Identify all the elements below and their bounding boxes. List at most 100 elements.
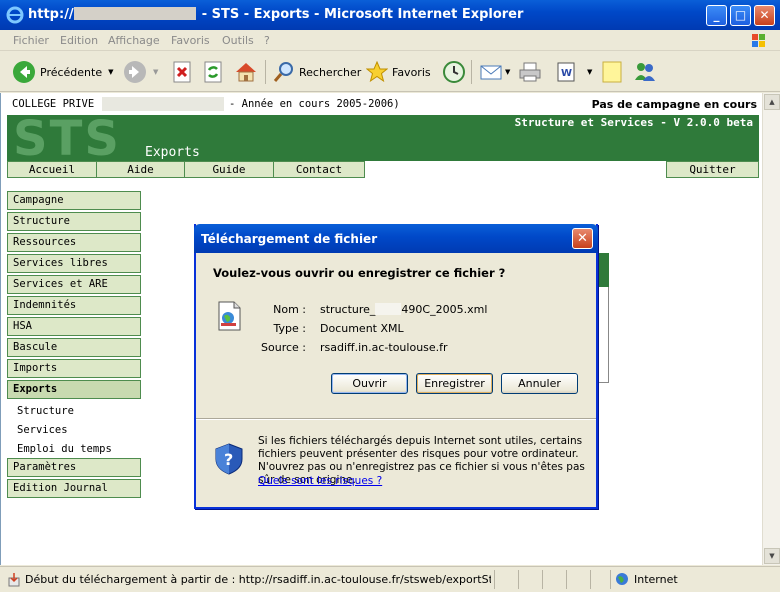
nav-quitter[interactable]: Quitter: [666, 161, 759, 178]
risks-link[interactable]: Quels sont les risques ?: [258, 475, 382, 487]
info-bar: COLLEGE PRIVE - Année en cours 2005-2006…: [7, 96, 759, 114]
dialog-close-button[interactable]: ✕: [572, 228, 593, 249]
dialog-separator: [196, 418, 596, 420]
back-button[interactable]: Précédente ▼: [12, 58, 114, 86]
background-panel-header: [597, 253, 609, 287]
sidebar-item-ressources[interactable]: Ressources: [7, 233, 141, 252]
maximize-button[interactable]: □: [730, 5, 751, 26]
scroll-up-arrow[interactable]: ▲: [764, 94, 780, 110]
status-bar: Début du téléchargement à partir de : ht…: [0, 566, 780, 592]
status-text: Début du téléchargement à partir de : ht…: [25, 573, 491, 586]
menu-help[interactable]: ?: [264, 34, 270, 47]
favorites-button[interactable]: Favoris: [366, 58, 431, 86]
chevron-down-icon[interactable]: ▼: [153, 68, 158, 76]
sidebar-item-bascule[interactable]: Bascule: [7, 338, 141, 357]
redacted-file-part: [375, 303, 402, 315]
toolbar: Précédente ▼ ▼ Rechercher Favoris ▼ W ▼: [0, 52, 780, 92]
school-name: COLLEGE PRIVE: [12, 98, 95, 110]
sidebar-item-exports[interactable]: Exports: [7, 380, 141, 399]
nav-guide[interactable]: Guide: [184, 161, 274, 178]
status-divider: [518, 570, 519, 589]
sidebar-item-structure[interactable]: Structure: [7, 212, 141, 231]
printer-icon: [519, 62, 541, 82]
forward-button[interactable]: ▼: [123, 58, 158, 86]
vertical-scrollbar[interactable]: ▲ ▼: [762, 93, 780, 565]
sidebar-item-indemnites[interactable]: Indemnités: [7, 296, 141, 315]
sidebar-subitem-structure[interactable]: Structure: [17, 405, 74, 417]
mail-button[interactable]: ▼: [479, 58, 510, 86]
nav-aide[interactable]: Aide: [96, 161, 185, 178]
name-label: Nom :: [273, 303, 306, 316]
sidebar-item-services-are[interactable]: Services et ARE: [7, 275, 141, 294]
stop-icon: [173, 61, 191, 83]
background-panel: [597, 253, 609, 383]
download-dialog: Téléchargement de fichier ✕ Voulez-vous …: [194, 224, 598, 509]
window-titlebar: http://- STS - Exports - Microsoft Inter…: [0, 0, 780, 30]
windows-flag-icon: [752, 34, 765, 47]
sidebar-subitem-services[interactable]: Services: [17, 424, 68, 436]
globe-icon: [616, 573, 628, 585]
scroll-down-arrow[interactable]: ▼: [764, 548, 780, 564]
discuss-button[interactable]: [601, 58, 623, 86]
sidebar-item-edition-journal[interactable]: Edition Journal: [7, 479, 141, 498]
dialog-titlebar[interactable]: Téléchargement de fichier ✕: [194, 224, 598, 253]
sts-banner: STS Exports Structure et Services - V 2.…: [7, 115, 759, 161]
sidebar-subitem-emploi-du-temps[interactable]: Emploi du temps: [17, 443, 112, 455]
sidebar-item-services-libres[interactable]: Services libres: [7, 254, 141, 273]
status-divider: [542, 570, 543, 589]
redacted-hostname: [73, 7, 196, 20]
minimize-button[interactable]: _: [706, 5, 727, 26]
file-type: Document XML: [320, 322, 404, 335]
back-arrow-icon: [13, 61, 35, 83]
star-icon: [366, 61, 388, 83]
nav-contact[interactable]: Contact: [273, 161, 365, 178]
refresh-button[interactable]: [203, 58, 225, 86]
status-divider: [610, 570, 611, 589]
window-close-button[interactable]: ✕: [754, 5, 775, 26]
toolbar-separator: [265, 60, 266, 84]
menu-edition[interactable]: Edition: [60, 34, 98, 47]
nav-accueil[interactable]: Accueil: [7, 161, 97, 178]
chevron-down-icon[interactable]: ▼: [505, 68, 510, 76]
menu-outils[interactable]: Outils: [222, 34, 254, 47]
stop-button[interactable]: [172, 58, 194, 86]
svg-text:W: W: [561, 68, 572, 79]
chevron-down-icon[interactable]: ▼: [108, 68, 113, 76]
mail-icon: [480, 65, 502, 80]
sidebar-item-campagne[interactable]: Campagne: [7, 191, 141, 210]
sidebar-item-imports[interactable]: Imports: [7, 359, 141, 378]
sts-logo: STS: [13, 115, 121, 161]
menu-affichage[interactable]: Affichage: [108, 34, 160, 47]
security-shield-icon: ?: [215, 443, 243, 475]
svg-text:?: ?: [224, 450, 233, 469]
page-title: Exports: [145, 145, 200, 160]
search-icon: [273, 62, 293, 82]
cancel-button[interactable]: Annuler: [501, 373, 578, 394]
history-button[interactable]: [442, 58, 466, 86]
menu-fichier[interactable]: Fichier: [13, 34, 49, 47]
menu-favoris[interactable]: Favoris: [171, 34, 210, 47]
save-button[interactable]: Enregistrer: [416, 373, 493, 394]
internet-explorer-icon: [6, 6, 24, 24]
forward-arrow-icon: [124, 61, 146, 83]
search-button[interactable]: Rechercher: [273, 58, 361, 86]
window-title: http://- STS - Exports - Microsoft Inter…: [28, 7, 524, 22]
status-divider: [590, 570, 591, 589]
messenger-button[interactable]: [632, 58, 658, 86]
toolbar-separator: [471, 60, 472, 84]
chevron-down-icon[interactable]: ▼: [587, 68, 592, 76]
open-button[interactable]: Ouvrir: [331, 373, 408, 394]
file-source: rsadiff.in.ac-toulouse.fr: [320, 341, 448, 354]
top-nav: Accueil Aide Guide Contact Quitter: [7, 161, 759, 178]
edit-button[interactable]: W ▼: [555, 58, 592, 86]
source-label: Source :: [261, 341, 306, 354]
campaign-status: Pas de campagne en cours: [591, 98, 757, 111]
home-button[interactable]: [234, 58, 258, 86]
print-button[interactable]: [518, 58, 542, 86]
sticky-note-icon: [602, 61, 622, 83]
sidebar-item-parametres[interactable]: Paramètres: [7, 458, 141, 477]
sidebar-item-hsa[interactable]: HSA: [7, 317, 141, 336]
word-document-icon: W: [557, 62, 575, 82]
refresh-icon: [204, 61, 222, 83]
file-name: structure_ 490C_2005.xml: [320, 303, 488, 316]
